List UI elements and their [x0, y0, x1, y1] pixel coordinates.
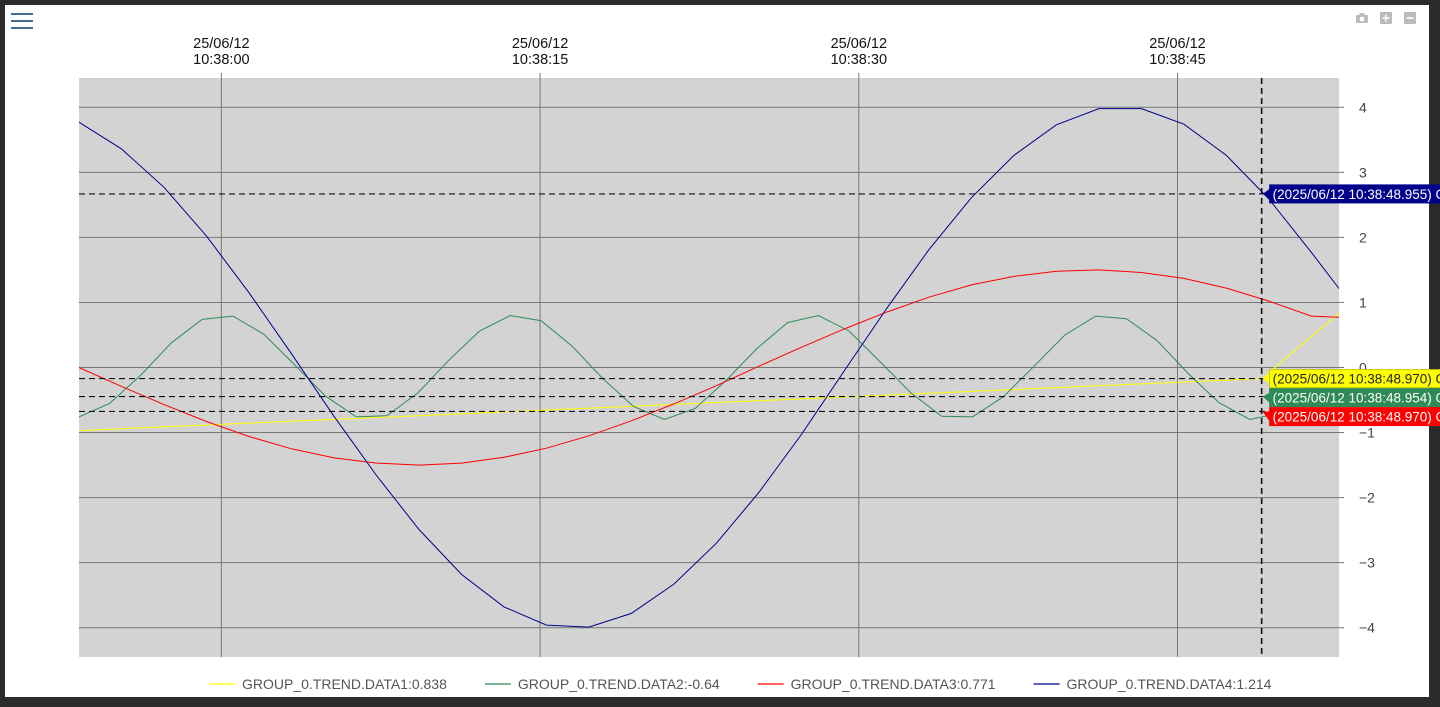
x-tick-time-label: 10:38:45 — [1149, 52, 1205, 68]
y-tick-label: −4 — [1359, 620, 1375, 636]
tooltip-text: (2025/06/12 10:38:48.954) GROUP_0.TREND.… — [1273, 391, 1440, 406]
trend-line-chart[interactable]: 25/06/1210:38:0025/06/1210:38:1525/06/12… — [0, 0, 1440, 707]
legend-label: GROUP_0.TREND.DATA2:-0.64 — [518, 676, 720, 692]
y-tick-label: −3 — [1359, 555, 1375, 571]
x-tick-time-label: 10:38:15 — [512, 52, 568, 68]
hover-tooltip-data2: (2025/06/12 10:38:48.954) GROUP_0.TREND.… — [1262, 388, 1440, 408]
x-tick-time-label: 10:38:00 — [193, 52, 249, 68]
y-tick-label: −2 — [1359, 490, 1375, 506]
legend-item-data4[interactable]: GROUP_0.TREND.DATA4:1.214 — [1033, 676, 1272, 692]
legend-label: GROUP_0.TREND.DATA1:0.838 — [242, 676, 447, 692]
y-tick-label: −1 — [1359, 425, 1375, 441]
y-tick-label: 2 — [1359, 229, 1367, 245]
x-tick-date-label: 25/06/12 — [1149, 36, 1205, 52]
legend-label: GROUP_0.TREND.DATA3:0.771 — [791, 676, 996, 692]
x-tick-date-label: 25/06/12 — [831, 36, 887, 52]
hover-tooltip-data1: (2025/06/12 10:38:48.970) GROUP_0.TREND.… — [1262, 369, 1440, 389]
legend-item-data2[interactable]: GROUP_0.TREND.DATA2:-0.64 — [484, 676, 720, 692]
hover-tooltip-data4: (2025/06/12 10:38:48.955) GROUP_0.TREND.… — [1262, 184, 1440, 204]
x-tick-date-label: 25/06/12 — [512, 36, 568, 52]
hover-tooltip-data3: (2025/06/12 10:38:48.970) GROUP_0.TREND.… — [1262, 407, 1440, 427]
tooltip-text: (2025/06/12 10:38:48.955) GROUP_0.TREND.… — [1273, 187, 1440, 202]
y-tick-label: 1 — [1359, 294, 1367, 310]
tooltip-text: (2025/06/12 10:38:48.970) GROUP_0.TREND.… — [1273, 372, 1440, 387]
y-tick-label: 4 — [1359, 99, 1367, 115]
y-tick-label: 3 — [1359, 164, 1367, 180]
legend-item-data3[interactable]: GROUP_0.TREND.DATA3:0.771 — [757, 676, 996, 692]
x-tick-time-label: 10:38:30 — [831, 52, 887, 68]
legend-item-data1[interactable]: GROUP_0.TREND.DATA1:0.838 — [209, 676, 447, 692]
tooltip-text: (2025/06/12 10:38:48.970) GROUP_0.TREND.… — [1273, 410, 1440, 425]
legend-label: GROUP_0.TREND.DATA4:1.214 — [1067, 676, 1272, 692]
x-tick-date-label: 25/06/12 — [193, 36, 249, 52]
